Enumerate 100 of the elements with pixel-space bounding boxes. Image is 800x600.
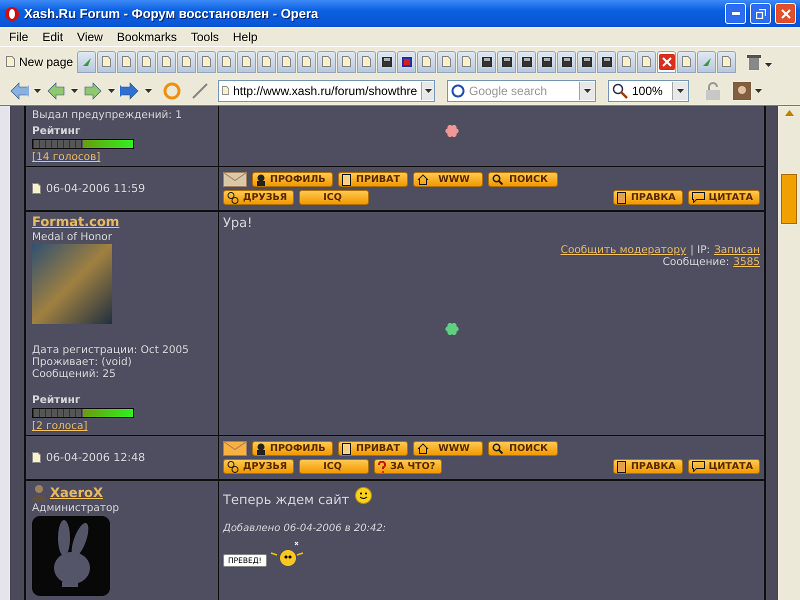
tab[interactable] [497, 50, 516, 72]
quote-button[interactable]: ЦИТАТА [688, 459, 760, 474]
user-rank: Администратор [32, 502, 120, 514]
house-icon [416, 443, 428, 454]
document-icon [616, 460, 627, 472]
page-icon [362, 56, 372, 67]
floppy-icon [382, 56, 392, 66]
tab[interactable] [577, 50, 596, 72]
caret-icon [424, 88, 432, 92]
page-icon [682, 56, 692, 67]
post-text: Теперь ждем сайт [223, 493, 350, 509]
floppy-icon [582, 56, 592, 66]
floppy-icon [542, 56, 552, 66]
page-icon [162, 56, 172, 67]
user-info-text: Дата регистрации: Oct 2005 [32, 344, 190, 356]
votes-link[interactable]: [2 голоса] [32, 420, 88, 432]
trash-icon[interactable] [747, 54, 762, 70]
caret-icon [71, 88, 78, 92]
home-button[interactable]: WWW [412, 441, 482, 456]
page-icon [222, 85, 230, 96]
search-button[interactable]: ПОИСК [488, 172, 558, 187]
username-link[interactable]: XaeroX [50, 486, 103, 502]
menu-item[interactable]: View [70, 30, 110, 44]
caret-icon [108, 88, 115, 92]
plain-button[interactable]: ICQ [299, 459, 370, 474]
ip-link[interactable]: Записан [714, 244, 760, 256]
page-icon [182, 56, 192, 67]
page-icon [302, 56, 312, 67]
floppy-icon [502, 56, 512, 66]
page-icon [282, 56, 292, 67]
restore-icon [756, 8, 766, 18]
edit-button[interactable]: ПРАВКА [612, 459, 683, 474]
zoom-value: 100% [632, 84, 663, 98]
new-page-icon [6, 56, 15, 67]
close-button[interactable] [775, 3, 796, 24]
message-link[interactable]: 3585 [733, 256, 760, 268]
restore-button[interactable] [750, 3, 771, 24]
floppy-icon [562, 56, 572, 66]
rating-label: Рейтинг [32, 394, 82, 406]
search-icon [492, 174, 502, 185]
friends-button[interactable]: ДРУЗЬЯ [223, 190, 294, 205]
profile-button[interactable]: ПРОФИЛЬ [252, 172, 332, 187]
menu-item[interactable]: File [2, 30, 36, 44]
floppy-icon [602, 56, 612, 66]
padlock-icon[interactable] [705, 82, 721, 100]
page-icon [442, 56, 452, 67]
private-button[interactable]: ПРИВАТ [338, 441, 408, 456]
tab[interactable] [537, 50, 556, 72]
search-button[interactable]: ПОИСК [488, 441, 558, 456]
minimize-icon [732, 12, 740, 15]
forward-icon[interactable] [82, 82, 104, 100]
votes-link[interactable]: [14 голосов] [32, 151, 100, 163]
menu-item[interactable]: Edit [35, 30, 70, 44]
page-icon [342, 56, 352, 67]
leaf-icon [82, 56, 92, 66]
menu-item[interactable]: Tools [184, 30, 226, 44]
floppy-icon [522, 56, 532, 66]
tab[interactable] [397, 50, 416, 72]
back-icon[interactable] [45, 82, 67, 100]
fast-forward-icon[interactable] [119, 82, 141, 100]
tab[interactable] [557, 50, 576, 72]
caret-icon [765, 63, 772, 67]
people-icon [227, 192, 239, 204]
plain-button[interactable]: ICQ [299, 190, 370, 205]
home-button[interactable]: WWW [412, 172, 482, 187]
zoom-field[interactable]: 100% [608, 80, 689, 102]
url-text: http://www.xash.ru/forum/showthre [233, 84, 418, 98]
page-icon [262, 56, 272, 67]
person-icon [256, 442, 266, 454]
profile-button[interactable]: ПРОФИЛЬ [252, 441, 332, 456]
scroll-thumb[interactable] [781, 174, 797, 224]
quote-button[interactable]: ЦИТАТА [688, 190, 760, 205]
tab[interactable] [377, 50, 396, 72]
report-link[interactable]: Сообщить модератору [560, 244, 686, 256]
post-date: 06-04-2006 12:48 [46, 452, 146, 464]
minimize-button[interactable] [725, 3, 746, 24]
tab[interactable] [517, 50, 536, 72]
menu-item[interactable]: Help [226, 30, 265, 44]
house-icon [416, 174, 428, 185]
address-field[interactable]: http://www.xash.ru/forum/showthre [218, 80, 435, 102]
tab[interactable] [597, 50, 616, 72]
new-page-button[interactable]: New page [6, 50, 78, 74]
menu-item[interactable]: Bookmarks [110, 30, 184, 44]
username-link[interactable]: Format.com [32, 215, 120, 231]
added-note: Добавлено 06-04-2006 в 20:42: [223, 523, 388, 535]
tab[interactable] [657, 50, 676, 72]
question-button[interactable]: ЗА ЧТО? [374, 459, 442, 474]
page-icon [462, 56, 472, 67]
speech-icon [692, 192, 705, 203]
friends-button[interactable]: ДРУЗЬЯ [223, 459, 294, 474]
rewind-icon[interactable] [8, 82, 30, 100]
scroll-up-icon[interactable] [784, 110, 794, 116]
user-rank: Medal of Honor [32, 231, 114, 243]
edit-button[interactable]: ПРАВКА [612, 190, 683, 205]
tab[interactable] [477, 50, 496, 72]
page-icon [222, 56, 232, 67]
search-placeholder: Google search [469, 84, 548, 98]
page-icon [122, 56, 132, 67]
private-button[interactable]: ПРИВАТ [338, 172, 408, 187]
user-icon[interactable] [733, 82, 751, 100]
